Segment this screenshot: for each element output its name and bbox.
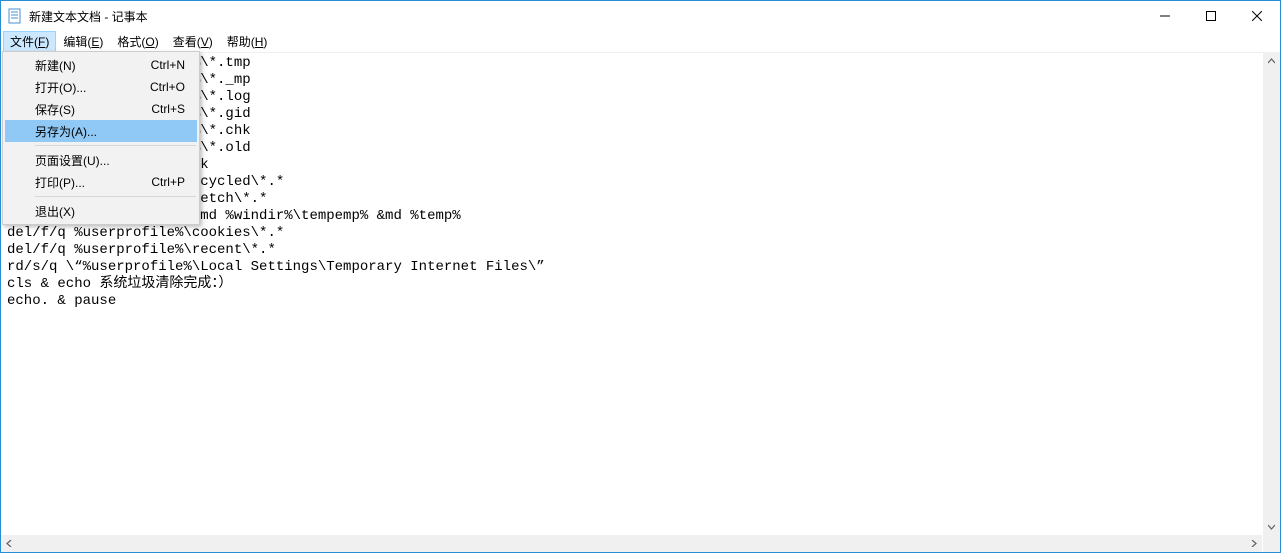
menu-item-page-setup[interactable]: 页面设置(U)...: [5, 149, 197, 171]
menu-format[interactable]: 格式(O): [110, 31, 165, 52]
title-bar: 新建文本文档 - 记事本: [1, 1, 1280, 31]
scrollbar-horizontal[interactable]: [1, 535, 1262, 552]
menu-item-save-as[interactable]: 另存为(A)...: [5, 120, 197, 142]
menu-item-open[interactable]: 打开(O)... Ctrl+O: [5, 76, 197, 98]
window-controls: [1142, 1, 1280, 31]
menu-item-new[interactable]: 新建(N) Ctrl+N: [5, 54, 197, 76]
minimize-button[interactable]: [1142, 1, 1188, 31]
menu-item-save[interactable]: 保存(S) Ctrl+S: [5, 98, 197, 120]
maximize-button[interactable]: [1188, 1, 1234, 31]
scroll-up-button[interactable]: [1263, 53, 1280, 70]
window-title: 新建文本文档 - 记事本: [29, 8, 1142, 25]
menu-separator: [35, 196, 196, 197]
menu-file[interactable]: 文件(F): [3, 31, 56, 52]
notepad-icon: [7, 8, 23, 24]
menu-separator: [35, 145, 196, 146]
menu-edit[interactable]: 编辑(E): [56, 31, 110, 52]
scroll-v-track[interactable]: [1263, 70, 1280, 518]
close-button[interactable]: [1234, 1, 1280, 31]
scroll-right-button[interactable]: [1245, 535, 1262, 552]
menu-bar: 文件(F) 编辑(E) 格式(O) 查看(V) 帮助(H): [1, 31, 1280, 53]
menu-item-print[interactable]: 打印(P)... Ctrl+P: [5, 171, 197, 193]
file-menu-dropdown: 新建(N) Ctrl+N 打开(O)... Ctrl+O 保存(S) Ctrl+…: [2, 51, 200, 225]
menu-view[interactable]: 查看(V): [166, 31, 220, 52]
scrollbar-vertical[interactable]: [1263, 53, 1280, 535]
scroll-h-track[interactable]: [18, 535, 1245, 552]
scrollbar-corner: [1263, 535, 1280, 552]
scroll-left-button[interactable]: [1, 535, 18, 552]
menu-help[interactable]: 帮助(H): [220, 31, 275, 52]
menu-item-exit[interactable]: 退出(X): [5, 200, 197, 222]
scroll-down-button[interactable]: [1263, 518, 1280, 535]
